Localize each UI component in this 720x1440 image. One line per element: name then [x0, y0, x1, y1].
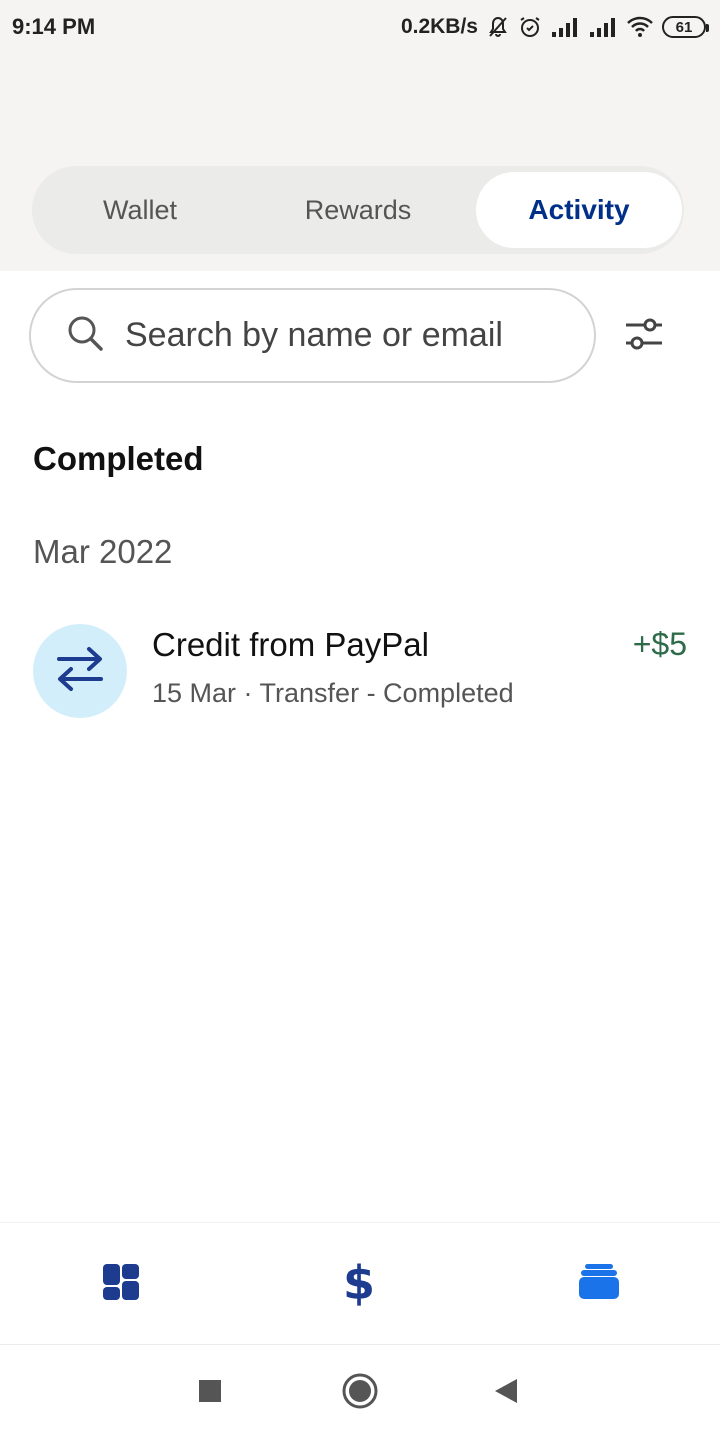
dollar-icon: $: [339, 1256, 379, 1312]
home-button[interactable]: [340, 1373, 380, 1413]
search-box[interactable]: [29, 288, 596, 383]
nav-dashboard[interactable]: [96, 1259, 146, 1309]
section-title: Completed: [33, 440, 204, 477]
status-icons: 0.2KB/s 61: [400, 15, 709, 39]
wifi-icon: [626, 16, 654, 38]
status-bar: 9:14 PM 0.2KB/s 61: [0, 0, 720, 54]
transaction-subtitle: 15 Mar · Transfer - Completed: [152, 678, 514, 708]
filter-button[interactable]: [620, 314, 668, 358]
recent-apps-button[interactable]: [190, 1373, 230, 1413]
mute-bell-icon: [486, 15, 510, 39]
month-label: Mar 2022: [33, 533, 173, 570]
svg-text:$: $: [343, 1257, 375, 1307]
circle-icon: [341, 1372, 379, 1415]
battery-icon: 61: [662, 16, 709, 38]
activity-stack-icon: [577, 1262, 621, 1307]
system-nav-bar: [0, 1344, 720, 1440]
transaction-amount: +$5: [632, 626, 687, 662]
dashboard-icon: [101, 1262, 141, 1307]
search-input[interactable]: [125, 316, 545, 355]
status-time: 9:14 PM: [12, 14, 96, 39]
bottom-nav: $: [0, 1222, 720, 1344]
filter-sliders-icon: [624, 316, 664, 357]
back-triangle-icon: [493, 1377, 519, 1410]
transfer-icon: [53, 644, 107, 699]
tab-wallet[interactable]: Wallet: [32, 166, 248, 254]
square-icon: [198, 1379, 222, 1408]
network-speed: 0.2KB/s: [400, 15, 478, 38]
transaction-row[interactable]: Credit from PayPal 15 Mar · Transfer - C…: [0, 610, 720, 730]
segmented-tabs: Wallet Rewards Activity: [32, 166, 684, 254]
nav-activity[interactable]: [574, 1259, 624, 1309]
nav-payments[interactable]: $: [334, 1256, 384, 1312]
alarm-icon: [518, 15, 542, 39]
signal-icon-2: [588, 16, 618, 38]
transaction-avatar: [33, 624, 127, 718]
tab-rewards[interactable]: Rewards: [250, 166, 466, 254]
search-icon: [65, 313, 105, 358]
signal-icon: [550, 16, 580, 38]
transaction-title: Credit from PayPal: [152, 626, 429, 663]
tab-activity[interactable]: Activity: [476, 172, 682, 248]
header: Wallet Rewards Activity: [0, 54, 720, 271]
back-button[interactable]: [486, 1373, 526, 1413]
